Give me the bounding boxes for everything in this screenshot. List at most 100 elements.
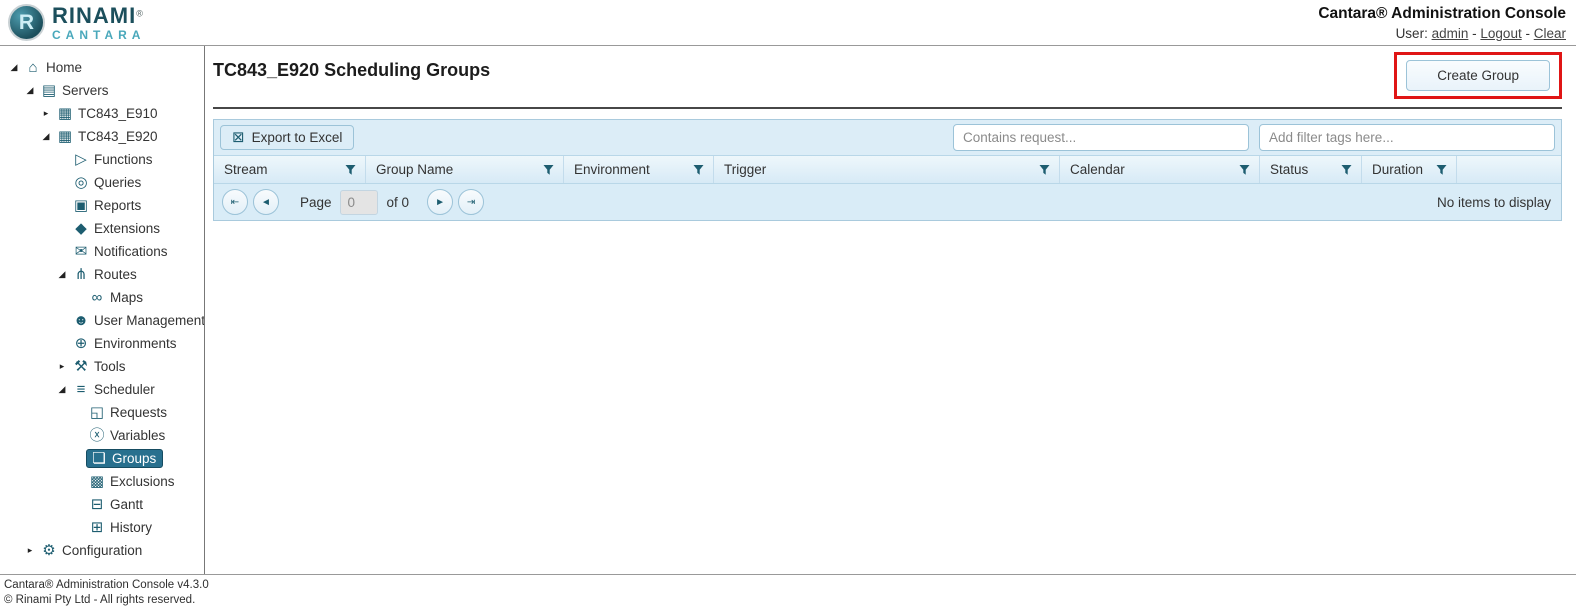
sidebar-item-extensions[interactable]: ◆ Extensions (0, 217, 204, 240)
column-header-label: Trigger (724, 162, 766, 177)
grid-toolbar: ⊠ Export to Excel (214, 120, 1561, 156)
sidebar-item-label: Functions (94, 152, 153, 167)
column-header-label: Group Name (376, 162, 453, 177)
pager-status-text: No items to display (1437, 195, 1551, 210)
maps-icon: ∞ (88, 290, 106, 305)
sidebar-item-configuration[interactable]: ▸⚙Configuration (0, 539, 204, 562)
column-header-duration[interactable]: Duration (1362, 156, 1457, 183)
collapse-arrow-icon[interactable]: ◢ (54, 384, 70, 395)
sidebar-item-queries[interactable]: ◎ Queries (0, 171, 204, 194)
column-header-label: Duration (1372, 162, 1423, 177)
sidebar-item-label: Variables (110, 428, 165, 443)
sidebar-item-routes[interactable]: ◢⋔Routes (0, 263, 204, 286)
servers-icon: ▤ (40, 83, 58, 98)
sidebar-item-label: TC843_E920 (78, 129, 158, 144)
column-header-label: Stream (224, 162, 268, 177)
column-header-stream[interactable]: Stream (214, 156, 366, 183)
column-header-status[interactable]: Status (1260, 156, 1362, 183)
notifications-icon: ✉ (72, 244, 90, 259)
last-page-button[interactable]: ⇥ (458, 189, 484, 215)
sidebar-item-label: Exclusions (110, 474, 175, 489)
filter-funnel-icon[interactable] (1038, 163, 1051, 176)
sidebar-item-home[interactable]: ◢⌂Home (0, 56, 204, 79)
sidebar-item-tc843-e910[interactable]: ▸▦TC843_E910 (0, 102, 204, 125)
collapse-arrow-icon[interactable]: ◢ (22, 85, 38, 96)
filter-funnel-icon[interactable] (542, 163, 555, 176)
exclusions-icon: ▩ (88, 474, 106, 489)
sidebar-item-reports[interactable]: ▣Reports (0, 194, 204, 217)
page-number-input[interactable] (340, 190, 378, 215)
sidebar-item-label: Notifications (94, 244, 168, 259)
sidebar-item-label: Extensions (94, 221, 160, 236)
create-group-button[interactable]: Create Group (1406, 60, 1550, 91)
user-name-link[interactable]: admin (1432, 26, 1469, 41)
column-header-environment[interactable]: Environment (564, 156, 714, 183)
server-icon: ▦ (56, 129, 74, 144)
separator: - (1472, 26, 1477, 41)
expand-arrow-icon[interactable]: ▸ (54, 361, 70, 372)
filter-tags-input[interactable] (1259, 124, 1555, 151)
sidebar-item-label: Reports (94, 198, 141, 213)
collapse-arrow-icon[interactable]: ◢ (38, 131, 54, 142)
sidebar-item-tools[interactable]: ▸⚒Tools (0, 355, 204, 378)
sidebar-item-label: Queries (94, 175, 141, 190)
column-header-trigger[interactable]: Trigger (714, 156, 1060, 183)
column-header-label: Calendar (1070, 162, 1125, 177)
sidebar-item-maps[interactable]: ∞Maps (0, 286, 204, 309)
sidebar-item-label: Groups (112, 451, 156, 466)
column-header-calendar[interactable]: Calendar (1060, 156, 1260, 183)
sidebar-item-user-management[interactable]: ☻User Management (0, 309, 204, 332)
sidebar-item-label: History (110, 520, 152, 535)
filter-funnel-icon[interactable] (1435, 163, 1448, 176)
collapse-arrow-icon[interactable]: ◢ (54, 269, 70, 280)
sidebar-item-groups[interactable]: ❏Groups (0, 447, 204, 470)
sidebar-item-functions[interactable]: ▷Functions (0, 148, 204, 171)
extensions-icon: ◆ (72, 221, 90, 236)
sidebar-item-notifications[interactable]: ✉ Notifications (0, 240, 204, 263)
filter-funnel-icon[interactable] (692, 163, 705, 176)
user-label: User: (1396, 26, 1428, 41)
sidebar-item-environments[interactable]: ⊕Environments (0, 332, 204, 355)
rinami-cantara-logo: R RINAMI® CANTARA (8, 4, 145, 41)
export-to-excel-button[interactable]: ⊠ Export to Excel (220, 125, 354, 150)
sidebar-item-exclusions[interactable]: ▩ Exclusions (0, 470, 204, 493)
history-icon: ⊞ (88, 520, 106, 535)
first-page-button[interactable]: ⇤ (222, 189, 248, 215)
sidebar-item-label: Tools (94, 359, 126, 374)
app-header: R RINAMI® CANTARA Cantara® Administratio… (0, 0, 1576, 46)
sidebar-item-servers[interactable]: ◢▤ Servers (0, 79, 204, 102)
sidebar-item-requests[interactable]: ◱ Requests (0, 401, 204, 424)
logout-link[interactable]: Logout (1480, 26, 1521, 41)
collapse-arrow-icon[interactable]: ◢ (6, 62, 22, 73)
previous-page-button[interactable]: ◄ (253, 189, 279, 215)
environments-icon: ⊕ (72, 336, 90, 351)
clear-link[interactable]: Clear (1534, 26, 1566, 41)
filter-funnel-icon[interactable] (344, 163, 357, 176)
filter-funnel-icon[interactable] (1340, 163, 1353, 176)
sidebar-item-tc843-e920[interactable]: ◢▦ TC843_E920 (0, 125, 204, 148)
next-page-button[interactable]: ► (427, 189, 453, 215)
sidebar-item-variables[interactable]: ⓧVariables (0, 424, 204, 447)
footer-copyright-line: © Rinami Pty Ltd - All rights reserved. (4, 593, 1572, 608)
column-header-label: Environment (574, 162, 650, 177)
expand-arrow-icon[interactable]: ▸ (22, 545, 38, 556)
requests-icon: ◱ (88, 405, 106, 420)
queries-icon: ◎ (72, 175, 90, 190)
expand-arrow-icon[interactable]: ▸ (38, 108, 54, 119)
annotation-highlight-box: Create Group (1394, 52, 1562, 99)
footer-version-line: Cantara® Administration Console v4.3.0 (4, 578, 1572, 593)
sidebar-item-label: Servers (62, 83, 109, 98)
sidebar-item-gantt[interactable]: ⊟Gantt (0, 493, 204, 516)
sidebar-item-label: Configuration (62, 543, 142, 558)
scheduler-icon: ≡ (72, 382, 90, 397)
app-footer: Cantara® Administration Console v4.3.0 ©… (0, 574, 1576, 608)
sidebar-item-history[interactable]: ⊞ History (0, 516, 204, 539)
page-count-label: of 0 (387, 195, 410, 210)
column-header-group-name[interactable]: Group Name (366, 156, 564, 183)
sidebar-item-scheduler[interactable]: ◢≡Scheduler (0, 378, 204, 401)
sidebar-item-label: Requests (110, 405, 167, 420)
user-session-bar: User: admin - Logout - Clear (1318, 26, 1566, 41)
filter-funnel-icon[interactable] (1238, 163, 1251, 176)
logo-text: RINAMI® CANTARA (52, 5, 145, 41)
contains-request-input[interactable] (953, 124, 1249, 151)
